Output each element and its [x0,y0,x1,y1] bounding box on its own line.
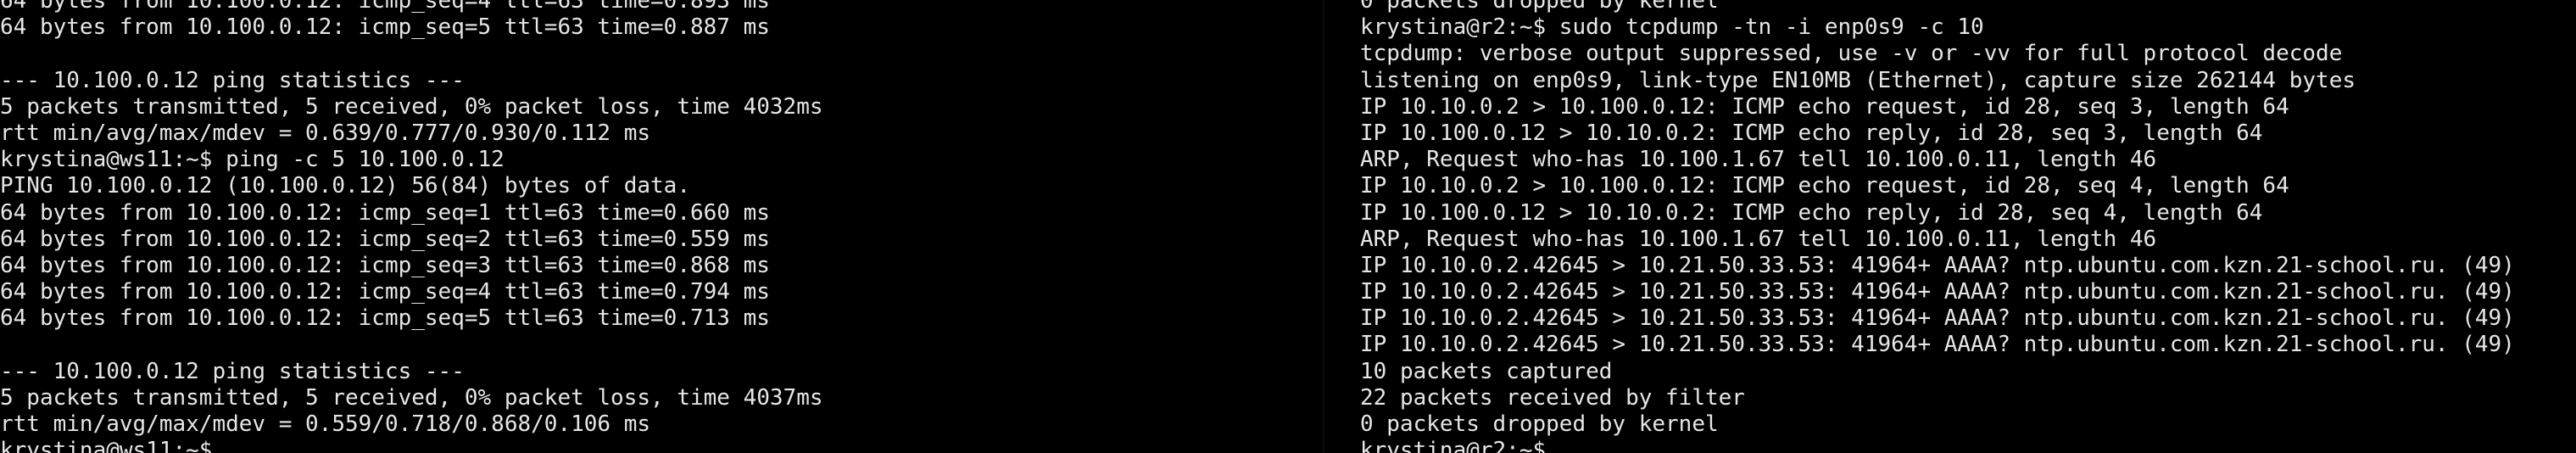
terminal-line: 64 bytes from 10.100.0.12: icmp_seq=5 tt… [0,305,770,332]
terminal-line: tcpdump: verbose output suppressed, use … [1360,41,2343,67]
pane-divider [1323,0,1324,453]
terminal-line: krystina@ws11:~$ ping -c 5 10.100.0.12 [0,147,505,173]
terminal-line: 10 packets captured [1360,358,1613,384]
terminal-line: rtt min/avg/max/mdev = 0.559/0.718/0.868… [0,411,651,437]
terminal-line: 5 packets transmitted, 5 received, 0% pa… [0,93,823,120]
left-terminal-pane[interactable]: 64 bytes from 10.100.0.12: icmp_seq=4 tt… [0,0,1279,453]
terminal-line: 0 packets dropped by kernel [1360,411,1719,437]
terminal-prompt-line[interactable]: krystina@ws11:~$ [0,438,1279,453]
left-terminal-output: 64 bytes from 10.100.0.12: icmp_seq=4 tt… [0,0,1279,453]
terminal-line: 64 bytes from 10.100.0.12: icmp_seq=3 tt… [0,252,770,278]
right-terminal-output: 0 packets dropped by kernel krystina@r2:… [1360,0,2576,453]
terminal-line: IP 10.10.0.2.42645 > 10.21.50.33.53: 419… [1360,332,2515,358]
terminal-line: 64 bytes from 10.100.0.12: icmp_seq=4 tt… [0,0,770,14]
terminal-line: listening on enp0s9, link-type EN10MB (E… [1360,67,2356,93]
terminal-line: ARP, Request who-has 10.100.1.67 tell 10… [1360,147,2157,173]
terminal-prompt-line[interactable]: krystina@r2:~$ [1360,438,2576,453]
terminal-line: PING 10.100.0.12 (10.100.0.12) 56(84) by… [0,173,690,199]
terminal-line: IP 10.10.0.2.42645 > 10.21.50.33.53: 419… [1360,305,2515,332]
terminal-line: IP 10.100.0.12 > 10.10.0.2: ICMP echo re… [1360,120,2263,146]
terminal-line: --- 10.100.0.12 ping statistics --- [0,67,465,93]
terminal-line: 64 bytes from 10.100.0.12: icmp_seq=5 tt… [0,14,770,41]
terminal-line: 64 bytes from 10.100.0.12: icmp_seq=2 tt… [0,226,770,252]
terminal-line: 64 bytes from 10.100.0.12: icmp_seq=4 tt… [0,279,770,305]
terminal-line: IP 10.10.0.2 > 10.100.0.12: ICMP echo re… [1360,93,2289,120]
terminal-line: krystina@r2:~$ sudo tcpdump -tn -i enp0s… [1360,14,1984,41]
terminal-line: ARP, Request who-has 10.100.1.67 tell 10… [1360,226,2157,252]
right-terminal-pane[interactable]: 0 packets dropped by kernel krystina@r2:… [1360,0,2576,453]
terminal-line: IP 10.10.0.2.42645 > 10.21.50.33.53: 419… [1360,252,2515,278]
terminal-line: IP 10.10.0.2.42645 > 10.21.50.33.53: 419… [1360,279,2515,305]
terminal-line: IP 10.10.0.2 > 10.100.0.12: ICMP echo re… [1360,173,2289,199]
terminal-line: 0 packets dropped by kernel [1360,0,1719,14]
terminal-line: --- 10.100.0.12 ping statistics --- [0,358,465,384]
terminal-line: 5 packets transmitted, 5 received, 0% pa… [0,384,823,411]
terminal-line: 64 bytes from 10.100.0.12: icmp_seq=1 tt… [0,199,770,226]
terminal-line: rtt min/avg/max/mdev = 0.639/0.777/0.930… [0,120,651,146]
terminal-line: IP 10.100.0.12 > 10.10.0.2: ICMP echo re… [1360,199,2263,226]
terminal-line: 22 packets received by filter [1360,384,1745,411]
